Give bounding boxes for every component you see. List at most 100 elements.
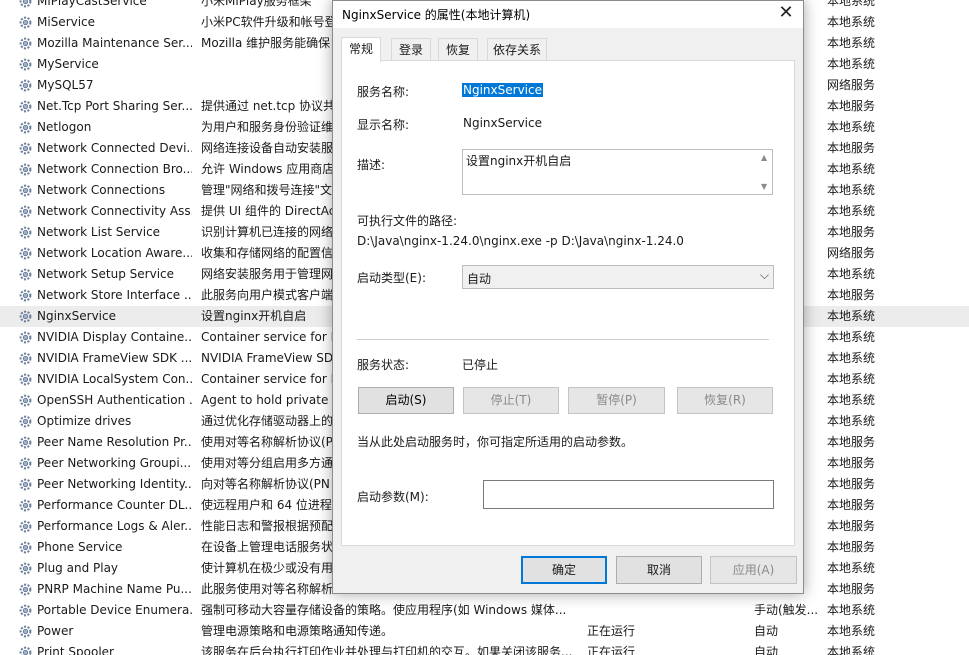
close-icon[interactable]: ✕ xyxy=(769,1,803,27)
scroll-down-icon[interactable]: ▼ xyxy=(761,182,767,191)
tab-logon[interactable]: 登录 xyxy=(391,38,431,61)
start-params-input[interactable] xyxy=(483,480,774,509)
gear-icon xyxy=(18,162,33,177)
service-status-value: 已停止 xyxy=(462,358,499,372)
display-name-value[interactable]: NginxService xyxy=(463,116,542,130)
service-logon-as: 本地系统 xyxy=(827,57,876,71)
service-logon-as: 本地系统 xyxy=(827,393,876,407)
stop-button[interactable]: 停止(T) xyxy=(463,387,559,414)
gear-icon xyxy=(18,204,33,219)
service-logon-as: 本地系统 xyxy=(827,624,876,638)
service-name: Network Setup Service xyxy=(37,267,175,281)
pause-button[interactable]: 暂停(P) xyxy=(568,387,665,414)
service-logon-as: 本地服务 xyxy=(827,456,876,470)
gear-icon xyxy=(18,456,33,471)
gear-icon xyxy=(18,288,33,303)
display-name-label: 显示名称: xyxy=(357,118,410,132)
tab-recovery[interactable]: 恢复 xyxy=(438,38,478,61)
service-name: Network Connected Devi... xyxy=(37,141,192,155)
service-name: Network Store Interface ... xyxy=(37,288,192,302)
service-name: MySQL57 xyxy=(37,78,94,92)
gear-icon xyxy=(18,225,33,240)
gear-icon xyxy=(18,36,33,51)
gear-icon xyxy=(18,0,33,9)
service-row[interactable]: Print Spooler 该服务在后台执行打印作业并处理与打印机的交互。如果关闭… xyxy=(0,642,969,655)
service-logon-as: 本地系统 xyxy=(827,309,876,323)
properties-dialog: NginxService 的属性(本地计算机) ✕ 常规 登录 恢复 依存关系 … xyxy=(332,0,804,594)
service-logon-as: 本地服务 xyxy=(827,288,876,302)
dialog-title: NginxService 的属性(本地计算机) xyxy=(342,8,531,22)
service-status: 正在运行 xyxy=(587,624,636,638)
service-name: Mozilla Maintenance Ser... xyxy=(37,36,192,50)
general-panel: 服务名称: NginxService 显示名称: NginxService 描述… xyxy=(341,60,795,546)
resume-button[interactable]: 恢复(R) xyxy=(677,387,773,414)
service-logon-as: 本地系统 xyxy=(827,15,876,29)
service-name: NVIDIA FrameView SDK ... xyxy=(37,351,192,365)
startup-type-select[interactable]: 自动 ⌵ xyxy=(462,265,774,289)
gear-icon xyxy=(18,246,33,261)
service-description: 管理电源策略和电源策略通知传递。 xyxy=(201,624,394,638)
service-name: Power xyxy=(37,624,74,638)
service-description: 该服务在后台执行打印作业并处理与打印机的交互。如果关闭该服务... xyxy=(201,645,573,655)
service-name: Portable Device Enumera... xyxy=(37,603,192,617)
service-name: Network Connections xyxy=(37,183,166,197)
gear-icon xyxy=(18,267,33,282)
service-name: Net.Tcp Port Sharing Ser... xyxy=(37,99,192,113)
service-logon-as: 本地服务 xyxy=(827,225,876,239)
apply-button[interactable]: 应用(A) xyxy=(710,556,797,584)
service-name: Netlogon xyxy=(37,120,92,134)
gear-icon xyxy=(18,309,33,324)
service-name: Peer Networking Identity... xyxy=(37,477,192,491)
start-button[interactable]: 启动(S) xyxy=(358,387,454,414)
description-box[interactable]: 设置nginx开机自启 ▲ ▼ xyxy=(462,149,773,195)
dialog-titlebar[interactable]: NginxService 的属性(本地计算机) ✕ xyxy=(333,1,803,28)
service-name-label: 服务名称: xyxy=(357,85,410,99)
service-logon-as: 本地系统 xyxy=(827,372,876,386)
tab-general[interactable]: 常规 xyxy=(341,37,381,62)
service-logon-as: 本地服务 xyxy=(827,435,876,449)
service-logon-as: 本地系统 xyxy=(827,267,876,281)
service-logon-as: 本地系统 xyxy=(827,414,876,428)
gear-icon xyxy=(18,561,33,576)
chevron-down-icon: ⌵ xyxy=(759,268,769,282)
service-name-value[interactable]: NginxService xyxy=(462,83,543,97)
service-name: Print Spooler xyxy=(37,645,114,655)
exe-path-label: 可执行文件的路径: xyxy=(357,214,458,228)
gear-icon xyxy=(18,15,33,30)
service-status: 正在运行 xyxy=(587,645,636,655)
description-text: 设置nginx开机自启 xyxy=(466,154,572,168)
service-name: Phone Service xyxy=(37,540,123,554)
service-startup-type: 自动 xyxy=(754,645,779,655)
service-logon-as: 本地服务 xyxy=(827,498,876,512)
service-logon-as: 本地服务 xyxy=(827,477,876,491)
service-logon-as: 本地服务 xyxy=(827,141,876,155)
gear-icon xyxy=(18,645,33,655)
service-logon-as: 本地系统 xyxy=(827,351,876,365)
gear-icon xyxy=(18,498,33,513)
gear-icon xyxy=(18,540,33,555)
tab-dependencies[interactable]: 依存关系 xyxy=(487,38,547,61)
gear-icon xyxy=(18,624,33,639)
service-row[interactable]: Power 管理电源策略和电源策略通知传递。 正在运行 自动 本地系统 xyxy=(0,621,969,642)
service-logon-as: 本地系统 xyxy=(827,603,876,617)
service-name: Plug and Play xyxy=(37,561,119,575)
description-scrollbar[interactable]: ▲ ▼ xyxy=(758,150,772,194)
service-name: Network Location Aware... xyxy=(37,246,192,260)
cancel-button[interactable]: 取消 xyxy=(616,556,702,584)
gear-icon xyxy=(18,330,33,345)
service-logon-as: 本地系统 xyxy=(827,204,876,218)
gear-icon xyxy=(18,435,33,450)
service-logon-as: 本地服务 xyxy=(827,582,876,596)
service-logon-as: 本地服务 xyxy=(827,99,876,113)
service-name: Network Connection Bro... xyxy=(37,162,192,176)
scroll-up-icon[interactable]: ▲ xyxy=(761,153,767,162)
ok-button[interactable]: 确定 xyxy=(521,556,607,584)
gear-icon xyxy=(18,183,33,198)
service-name: Performance Logs & Aler... xyxy=(37,519,192,533)
service-name: Peer Name Resolution Pr... xyxy=(37,435,192,449)
service-logon-as: 本地系统 xyxy=(827,645,876,655)
service-row[interactable]: Portable Device Enumera... 强制可移动大容量存储设备的策… xyxy=(0,600,969,621)
exe-path-value[interactable]: D:\Java\nginx-1.24.0\nginx.exe -p D:\Jav… xyxy=(357,234,684,248)
service-startup-type: 自动 xyxy=(754,624,779,638)
service-name: NVIDIA LocalSystem Con... xyxy=(37,372,192,386)
